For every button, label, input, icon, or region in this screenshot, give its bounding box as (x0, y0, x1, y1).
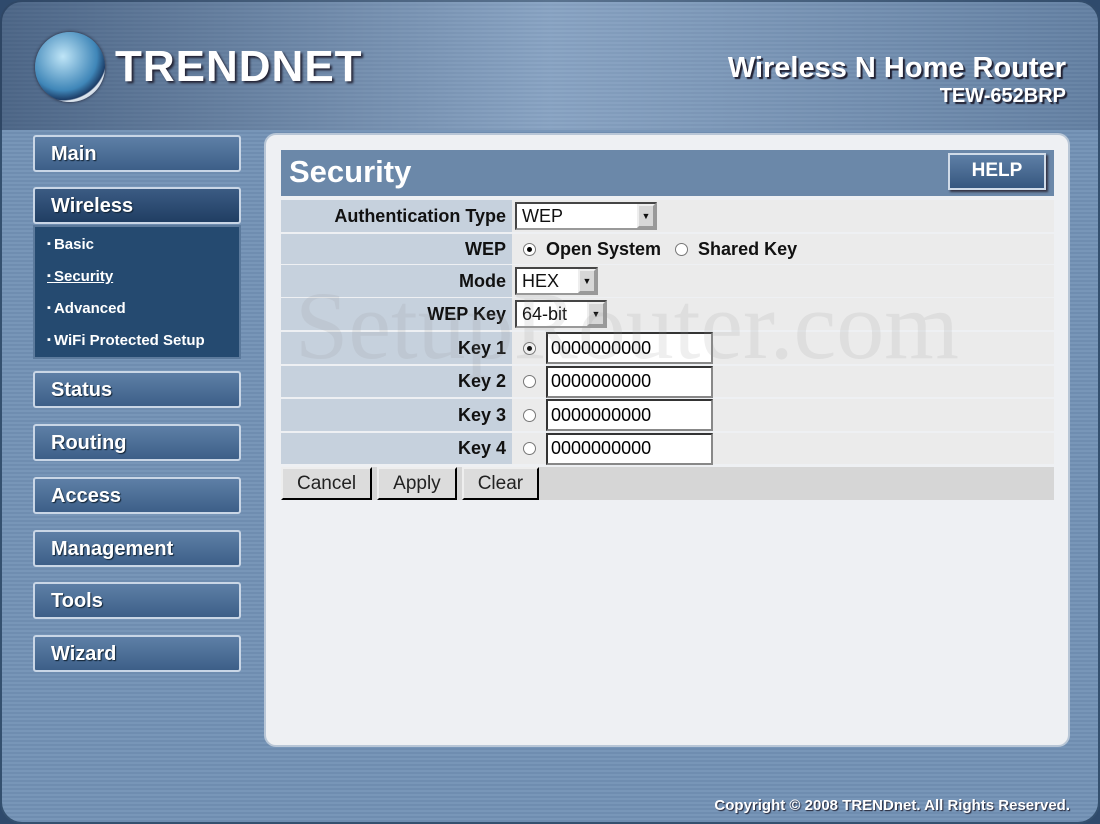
nav-status[interactable]: Status (33, 371, 241, 408)
key-2-input[interactable] (546, 365, 713, 398)
open-system-radio[interactable] (523, 242, 536, 256)
nav-access[interactable]: Access (33, 477, 241, 514)
auth-type-value: WEP (522, 205, 564, 226)
key-1-input[interactable] (546, 332, 713, 364)
key-4-label: Key 4 (281, 433, 512, 464)
wep-key-select[interactable]: 64-bit ▼ (515, 300, 607, 328)
subnav-advanced[interactable]: Advanced (47, 300, 126, 317)
wep-key-label: WEP Key (281, 298, 512, 330)
shared-key-radio[interactable] (675, 242, 689, 256)
chevron-down-icon: ▼ (637, 204, 655, 228)
auth-type-select[interactable]: WEP ▼ (515, 202, 657, 230)
nav-tools[interactable]: Tools (33, 582, 241, 619)
brand-name: TRENDNET (115, 42, 363, 91)
wep-row: WEP Open System Shared Key (281, 234, 1054, 264)
mode-row: Mode HEX ▼ (281, 265, 1054, 297)
key-3-input[interactable] (546, 399, 713, 431)
chevron-down-icon: ▼ (587, 302, 605, 326)
nav-routing[interactable]: Routing (33, 424, 241, 461)
nav-management[interactable]: Management (33, 530, 241, 567)
copyright: Copyright © 2008 TRENDnet. All Rights Re… (714, 797, 1070, 814)
key-1-radio[interactable] (523, 341, 536, 355)
model-number: TEW-652BRP (939, 85, 1066, 107)
cancel-button[interactable]: Cancel (281, 467, 373, 500)
wep-key-value: 64-bit (522, 303, 568, 324)
wep-label: WEP (281, 234, 512, 264)
key-row: Key 1 (281, 332, 1054, 364)
key-4-radio[interactable] (523, 442, 536, 455)
key-2-label: Key 2 (281, 366, 512, 397)
clear-button[interactable]: Clear (461, 467, 540, 500)
page-title: Security (289, 154, 412, 189)
logo-globe-icon (35, 32, 105, 102)
subnav-wps[interactable]: WiFi Protected Setup (47, 332, 205, 349)
mode-select[interactable]: HEX ▼ (515, 267, 598, 295)
key-4-input[interactable] (546, 432, 713, 465)
mode-label: Mode (281, 265, 512, 297)
key-row: Key 4 (281, 432, 1054, 465)
shared-key-label: Shared Key (698, 238, 798, 259)
wireless-submenu: Basic Security Advanced WiFi Protected S… (33, 225, 241, 359)
open-system-label: Open System (546, 238, 662, 259)
subnav-security[interactable]: Security (47, 268, 113, 285)
key-3-radio[interactable] (523, 408, 536, 422)
trendnet-logo: TRENDNET (35, 32, 363, 102)
help-button[interactable]: HELP (948, 153, 1046, 190)
product-info: Wireless N Home Router TEW-652BRP (728, 52, 1066, 108)
key-1-label: Key 1 (281, 332, 512, 364)
apply-button[interactable]: Apply (377, 467, 457, 500)
button-row: Cancel Apply Clear (281, 467, 1054, 500)
key-3-label: Key 3 (281, 399, 512, 431)
auth-type-row: Authentication Type WEP ▼ (281, 200, 1054, 232)
key-2-radio[interactable] (523, 375, 536, 388)
wep-key-row: WEP Key 64-bit ▼ (281, 298, 1054, 330)
auth-type-label: Authentication Type (281, 200, 512, 232)
chevron-down-icon: ▼ (578, 269, 596, 293)
subnav-basic[interactable]: Basic (47, 236, 94, 253)
nav-wireless[interactable]: Wireless (33, 187, 241, 224)
nav-wizard[interactable]: Wizard (33, 635, 241, 672)
key-row: Key 3 (281, 399, 1054, 431)
nav-main[interactable]: Main (33, 135, 241, 172)
product-name: Wireless N Home Router (727, 52, 1066, 84)
mode-value: HEX (522, 270, 560, 291)
key-row: Key 2 (281, 365, 1054, 398)
